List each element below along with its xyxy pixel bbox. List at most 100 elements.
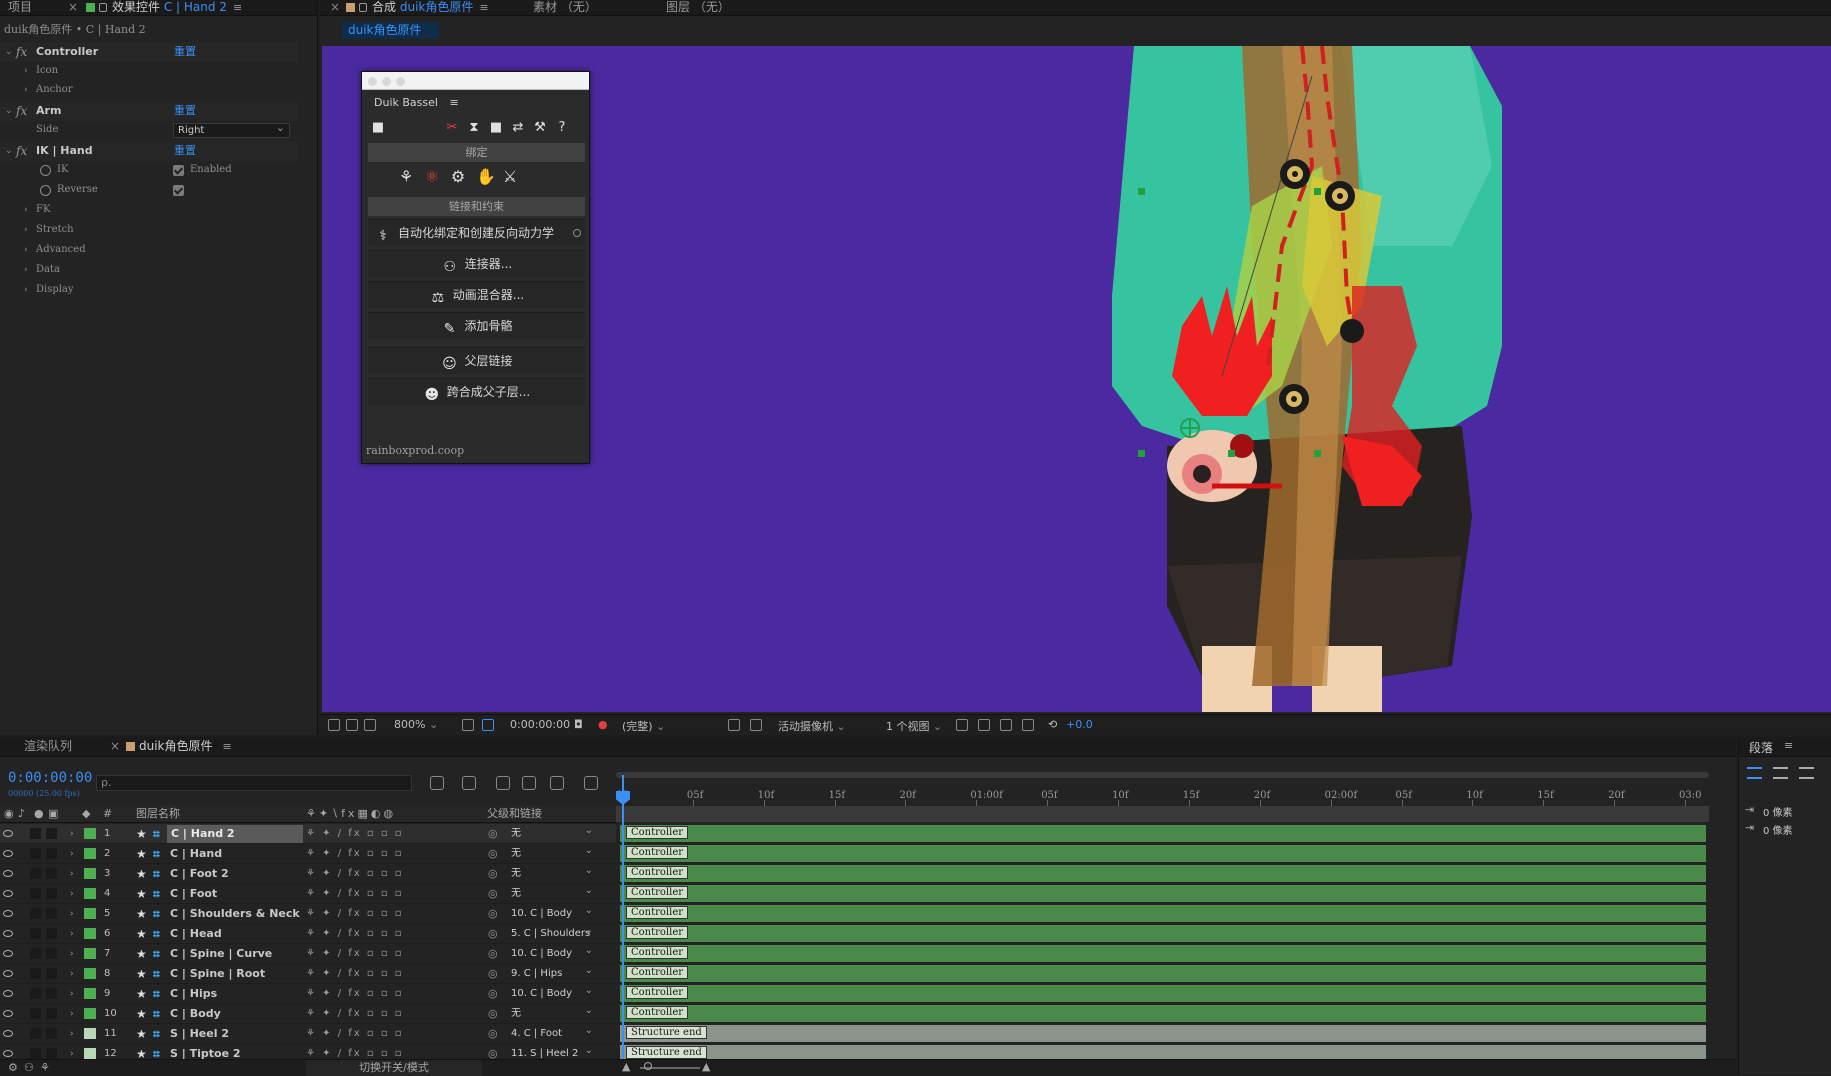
draft-3d-icon[interactable] xyxy=(462,776,476,790)
zoom-dropdown[interactable]: 800% xyxy=(394,718,438,731)
expand-chevron-icon[interactable]: › xyxy=(24,280,28,300)
layer-bar[interactable]: Controller xyxy=(620,985,1706,1002)
connector-button[interactable]: ⚇ 连接器... xyxy=(368,250,585,277)
pick-whip-icon[interactable]: ◎ xyxy=(488,844,498,864)
animation-blender-button[interactable]: ⚖ 动画混合器... xyxy=(368,281,585,308)
lock-toggle[interactable] xyxy=(46,988,57,999)
fx-icon[interactable]: fx xyxy=(16,42,27,62)
swap-icon[interactable]: ⇄ xyxy=(510,120,526,136)
lock-toggle[interactable] xyxy=(46,888,57,899)
panel-menu-icon[interactable]: ≡ xyxy=(1784,739,1793,752)
effect-subgroup[interactable]: › Data xyxy=(0,260,298,280)
lock-toggle[interactable] xyxy=(46,968,57,979)
label-color-swatch[interactable] xyxy=(84,968,96,979)
fx-icon[interactable]: fx xyxy=(16,101,27,121)
lock-toggle[interactable] xyxy=(46,1048,57,1059)
expand-chevron-icon[interactable]: › xyxy=(24,80,28,100)
reset-link[interactable]: 重置 xyxy=(174,42,196,62)
close-icon[interactable]: × xyxy=(330,0,340,16)
layer-name[interactable]: C | Hand 2 xyxy=(167,825,303,843)
parent-dropdown[interactable]: 无 xyxy=(508,826,596,842)
eye-icon[interactable] xyxy=(3,910,13,917)
flowchart-icon[interactable] xyxy=(1022,719,1034,731)
expand-chevron-icon[interactable]: › xyxy=(24,260,28,280)
layer-switches[interactable]: ⚘ ✦ / fx ▫ ▫ ▫ xyxy=(306,824,404,844)
lock-toggle[interactable] xyxy=(46,848,57,859)
layer-row[interactable]: › 1 ★ ⌗ C | Hand 2 ⚘ ✦ / fx ▫ ▫ ▫ ◎ 无 xyxy=(0,824,616,844)
solo-toggle[interactable] xyxy=(30,1028,41,1039)
shy-layers-icon[interactable] xyxy=(496,776,510,790)
panel-menu-icon[interactable]: ≡ xyxy=(233,0,242,15)
transparency-grid-icon[interactable] xyxy=(482,719,494,731)
layer-name[interactable]: C | Hips xyxy=(170,984,217,1004)
pick-whip-icon[interactable]: ◎ xyxy=(488,944,498,964)
duik-footer[interactable]: rainboxprod.coop xyxy=(366,444,464,457)
eye-icon[interactable] xyxy=(3,890,13,897)
structure-icon[interactable]: ⚛ xyxy=(424,169,440,185)
solo-toggle[interactable] xyxy=(30,1048,41,1059)
parent-dropdown[interactable]: 10. C | Body xyxy=(508,946,596,962)
lock-icon[interactable] xyxy=(99,3,107,12)
tab-project[interactable]: 项目 xyxy=(8,0,32,16)
stopwatch-icon[interactable] xyxy=(40,165,51,176)
parent-dropdown[interactable]: 10. C | Body xyxy=(508,986,596,1002)
expand-chevron-icon[interactable]: › xyxy=(24,200,28,220)
align-left-icon[interactable] xyxy=(1747,767,1762,779)
layer-bar[interactable]: Structure end xyxy=(620,1025,1706,1042)
resolution-dropdown[interactable]: (完整) xyxy=(622,718,665,734)
layer-bar[interactable]: Controller xyxy=(620,945,1706,962)
layer-bar[interactable]: Controller xyxy=(620,825,1706,842)
expand-chevron-icon[interactable]: › xyxy=(24,240,28,260)
layer-switches[interactable]: ⚘ ✦ / fx ▫ ▫ ▫ xyxy=(306,864,404,884)
label-tag-icon[interactable]: ◆ xyxy=(82,805,90,823)
layer-row[interactable]: › 4 ★ ⌗ C | Foot ⚘ ✦ / fx ▫ ▫ ▫ ◎ 无 xyxy=(0,884,616,904)
effect-subgroup[interactable]: › Display xyxy=(0,280,298,300)
auto-rig-button[interactable]: ⚕ 自动化绑定和创建反向动力学 xyxy=(368,219,585,246)
label-color-swatch[interactable] xyxy=(84,868,96,879)
indent-left-value[interactable]: 0 像素 xyxy=(1763,804,1793,819)
color-channel-icon[interactable]: ● xyxy=(598,718,608,731)
frame-blending-icon[interactable] xyxy=(522,776,536,790)
gear-icon[interactable]: ⚙ xyxy=(450,169,466,185)
layer-row[interactable]: › 5 ★ ⌗ C | Shoulders & Neck ⚘ ✦ / fx ▫ ▫ ▫ ◎ 1… xyxy=(0,904,616,924)
composition-subtab[interactable]: duik角色原件 xyxy=(342,22,439,39)
eye-icon[interactable] xyxy=(3,970,13,977)
effect-subgroup[interactable]: › Icon xyxy=(0,61,298,81)
expand-chevron-icon[interactable]: › xyxy=(24,61,28,81)
lock-toggle[interactable] xyxy=(46,828,57,839)
close-icon[interactable]: × xyxy=(110,739,120,755)
align-center-icon[interactable] xyxy=(1773,767,1788,779)
eye-icon[interactable]: ◉ xyxy=(4,805,14,823)
expand-chevron-icon[interactable]: › xyxy=(70,1004,74,1024)
effect-subgroup[interactable]: › FK xyxy=(0,200,298,220)
layer-switches[interactable]: ⚘ ✦ / fx ▫ ▫ ▫ xyxy=(306,924,404,944)
solo-toggle[interactable] xyxy=(30,848,41,859)
tab-layer[interactable]: 图层 （无） xyxy=(666,0,730,16)
parent-dropdown[interactable]: 无 xyxy=(508,846,596,862)
pick-whip-icon[interactable]: ◎ xyxy=(488,964,498,984)
layer-switches[interactable]: ⚘ ✦ / fx ▫ ▫ ▫ xyxy=(306,964,404,984)
label-color-swatch[interactable] xyxy=(84,1028,96,1039)
zoom-in-icon[interactable]: ▲ xyxy=(702,1060,710,1073)
layer-bar[interactable]: Controller xyxy=(620,965,1706,982)
layer-switches[interactable]: ⚘ ✦ / fx ▫ ▫ ▫ xyxy=(306,1004,404,1024)
label-color-swatch[interactable] xyxy=(84,908,96,919)
camera-dropdown[interactable]: 活动摄像机 xyxy=(778,718,846,734)
parent-dropdown[interactable]: 9. C | Hips xyxy=(508,966,596,982)
layer-name[interactable]: C | Spine | Root xyxy=(170,964,265,984)
window-maximize-icon[interactable] xyxy=(396,77,405,86)
solo-toggle[interactable] xyxy=(30,868,41,879)
comp-flowchart-icon[interactable] xyxy=(430,776,444,790)
panel-icon[interactable]: ■ xyxy=(370,120,386,136)
zoom-out-icon[interactable]: ▲ xyxy=(622,1060,630,1073)
effect-group-controller[interactable]: ⌄ fx Controller 重置 xyxy=(0,42,298,62)
layer-switches[interactable]: ⚘ ✦ / fx ▫ ▫ ▫ xyxy=(306,984,404,1004)
solo-toggle[interactable] xyxy=(30,908,41,919)
render-icon[interactable]: ⚙ xyxy=(8,1061,18,1074)
expand-chevron-icon[interactable]: › xyxy=(70,824,74,844)
time-ruler[interactable]: 0f05f10f15f20f01:00f05f10f15f20f02:00f05… xyxy=(616,770,1709,806)
expand-chevron-icon[interactable]: › xyxy=(70,864,74,884)
reset-exposure-icon[interactable] xyxy=(956,719,968,731)
lock-toggle[interactable] xyxy=(46,1008,57,1019)
collapse-chevron-icon[interactable]: ⌄ xyxy=(5,141,13,161)
